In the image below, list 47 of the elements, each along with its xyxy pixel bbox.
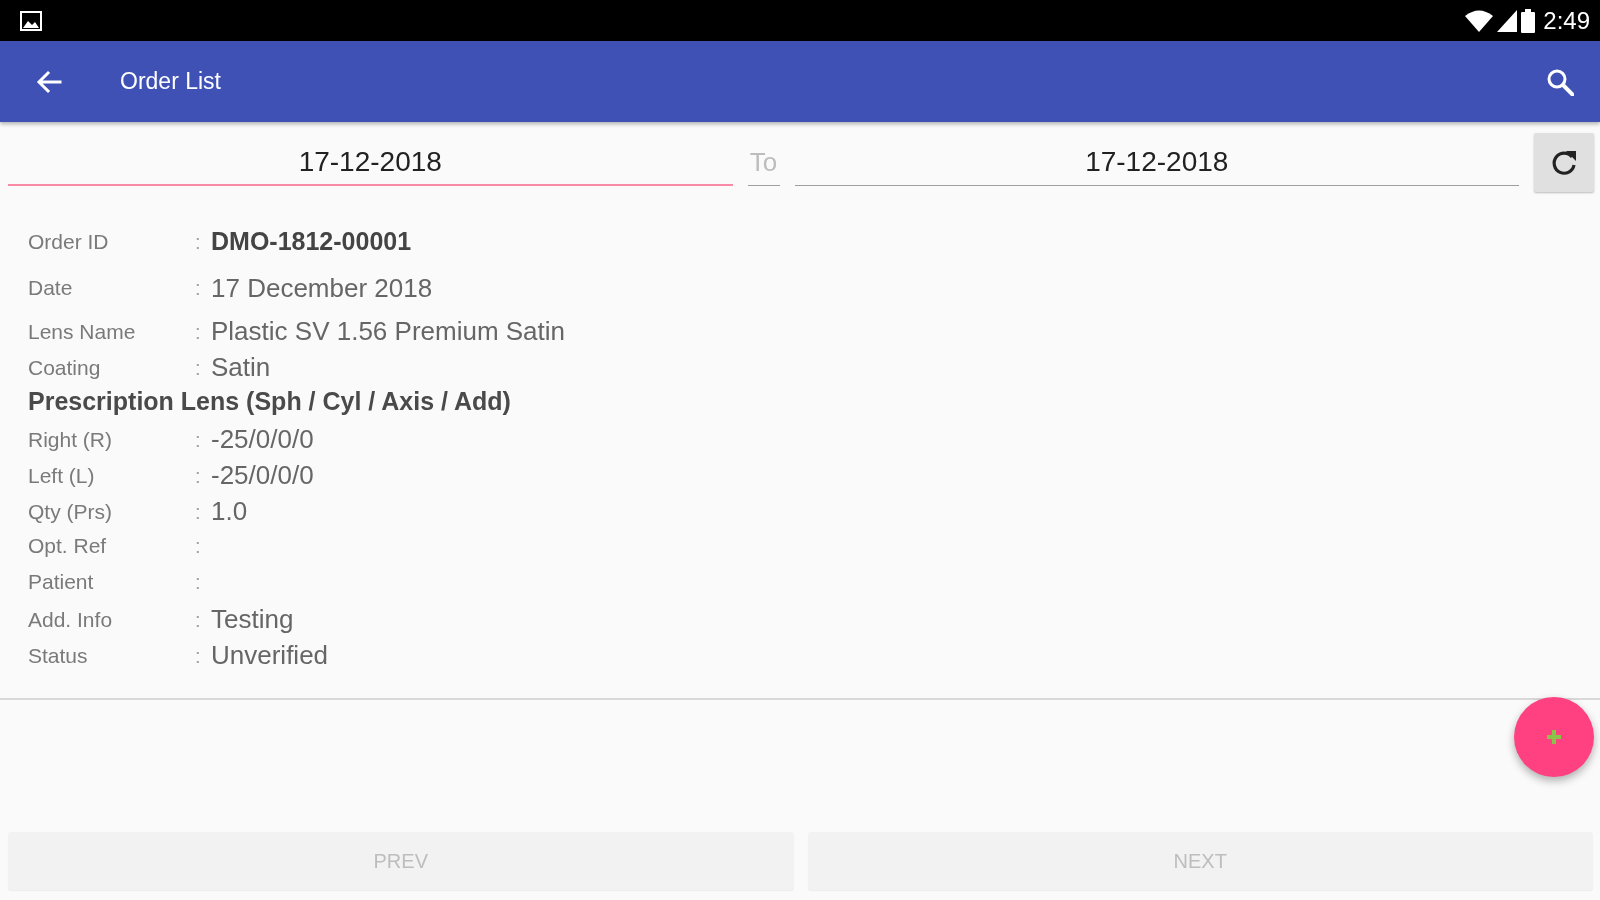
refresh-button[interactable] — [1534, 133, 1594, 192]
field-label: Qty (Prs) — [28, 498, 113, 525]
field-separator: : — [195, 534, 202, 559]
field-value: -25/0/0/0 — [211, 423, 314, 456]
status-time: 2:49 — [1543, 8, 1590, 33]
image-icon — [20, 10, 42, 31]
field-label: Order ID — [28, 229, 110, 256]
field-separator: : — [195, 499, 202, 525]
field-label: Lens Name — [28, 318, 137, 345]
field-value: -25/0/0/0 — [211, 459, 314, 492]
field-separator: : — [195, 230, 202, 255]
field-label: Patient — [28, 569, 95, 596]
field-value: DMO-1812-00001 — [211, 226, 412, 258]
field-value: Plastic SV 1.56 Premium Satin — [211, 315, 566, 348]
plus-icon — [1547, 730, 1561, 744]
wifi-icon — [1465, 9, 1494, 32]
field-separator: : — [195, 319, 202, 345]
app-bar-title: Order List — [120, 67, 221, 97]
field-label: Opt. Ref — [28, 533, 108, 560]
field-separator: : — [195, 463, 202, 489]
field-value: Unverified — [211, 639, 329, 672]
field-value: Testing — [211, 603, 294, 636]
add-button[interactable] — [1514, 697, 1594, 777]
field-separator: : — [195, 427, 202, 453]
field-label: Right (R) — [28, 426, 113, 453]
search-icon — [1546, 67, 1574, 96]
field-separator: : — [195, 355, 202, 381]
field-separator: : — [195, 276, 202, 301]
field-label: Status — [28, 642, 89, 669]
field-separator: : — [195, 570, 202, 595]
signal-icon — [1497, 9, 1518, 32]
field-label: Left (L) — [28, 462, 96, 489]
back-arrow-icon — [34, 69, 62, 94]
field-value: 1.0 — [211, 495, 248, 528]
date-field[interactable]: 17-12-2018 — [8, 133, 733, 186]
refresh-icon — [1550, 148, 1578, 177]
battery-icon — [1521, 8, 1536, 33]
field-separator: : — [195, 643, 202, 669]
field-value: Satin — [211, 351, 271, 384]
date-field[interactable]: 17-12-2018 — [794, 133, 1519, 186]
field-label: Date — [28, 275, 74, 302]
range-separator-label: To — [747, 133, 780, 186]
section-heading: Prescription Lens (Sph / Cyl / Axis / Add) — [28, 386, 511, 418]
field-separator: : — [195, 607, 202, 633]
field-value: 17 December 2018 — [211, 271, 433, 305]
field-label: Coating — [28, 354, 102, 381]
field-label: Add. Info — [28, 606, 114, 633]
